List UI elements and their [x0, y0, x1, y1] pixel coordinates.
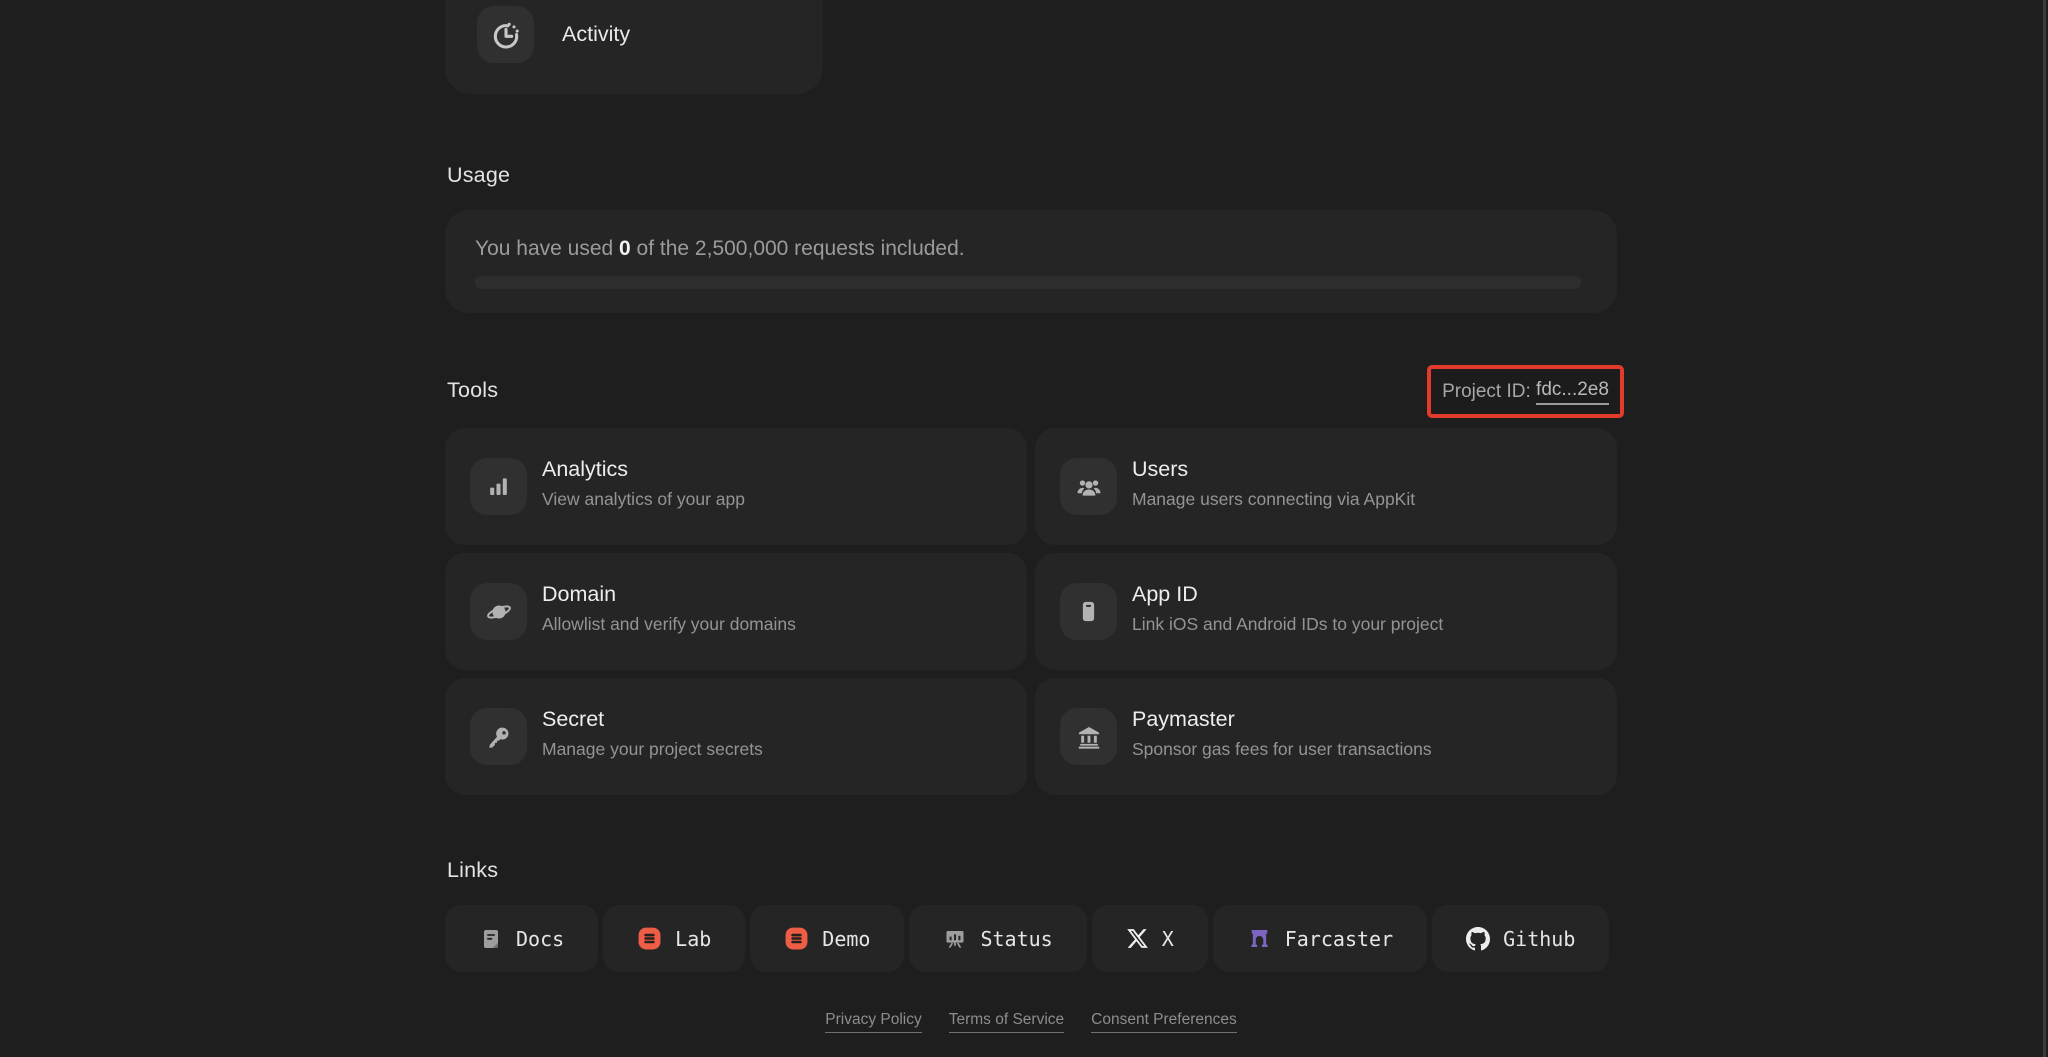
bar-chart-icon	[470, 458, 527, 515]
usage-used-value: 0	[619, 237, 631, 260]
docs-icon	[479, 927, 503, 951]
tool-card-app-id[interactable]: App ID Link iOS and Android IDs to your …	[1035, 553, 1617, 670]
privacy-policy-link[interactable]: Privacy Policy	[825, 1011, 922, 1033]
link-label: Farcaster	[1284, 926, 1394, 951]
tool-card-users[interactable]: Users Manage users connecting via AppKit	[1035, 428, 1617, 545]
planet-icon	[470, 583, 527, 640]
dashboard-page: Activity Usage You have used 0 of the 2,…	[0, 0, 2048, 1057]
tool-description: View analytics of your app	[542, 489, 745, 509]
tool-title: Analytics	[542, 457, 629, 481]
links-heading: Links	[447, 858, 499, 882]
terms-of-service-link[interactable]: Terms of Service	[948, 1011, 1065, 1033]
tool-title: Paymaster	[1132, 707, 1235, 731]
tools-heading: Tools	[447, 378, 499, 402]
usage-summary: You have used 0 of the 2,500,000 request…	[475, 237, 965, 261]
appkit-icon	[637, 926, 662, 951]
project-id-value[interactable]: fdc...2e8	[1536, 379, 1609, 405]
link-label: Docs	[516, 926, 565, 951]
usage-progress-bar	[475, 276, 1581, 289]
activity-card[interactable]: Activity	[445, 0, 823, 94]
farcaster-icon	[1247, 926, 1272, 951]
tool-title: Secret	[542, 707, 605, 731]
usage-card: You have used 0 of the 2,500,000 request…	[445, 210, 1617, 313]
link-label: Demo	[822, 926, 871, 951]
activity-label: Activity	[562, 22, 631, 46]
footer: Privacy Policy Terms of Service Consent …	[445, 1011, 1617, 1033]
demo-link-button[interactable]: Demo	[750, 905, 905, 972]
tool-card-analytics[interactable]: Analytics View analytics of your app	[445, 428, 1027, 545]
appkit-icon	[784, 926, 809, 951]
usage-heading: Usage	[447, 163, 511, 187]
phone-icon	[1060, 583, 1117, 640]
tool-description: Manage users connecting via AppKit	[1132, 489, 1416, 509]
scrollbar[interactable]	[2043, 0, 2046, 1057]
github-icon	[1466, 926, 1491, 951]
farcaster-link-button[interactable]: Farcaster	[1212, 905, 1428, 972]
consent-preferences-link[interactable]: Consent Preferences	[1091, 1011, 1237, 1033]
docs-link-button[interactable]: Docs	[445, 905, 599, 972]
usage-text-suffix: of the 2,500,000 requests included.	[630, 237, 965, 260]
x-icon	[1126, 927, 1149, 950]
key-icon	[470, 708, 527, 765]
tool-card-paymaster[interactable]: Paymaster Sponsor gas fees for user tran…	[1035, 678, 1617, 795]
usage-text-prefix: You have used	[475, 237, 620, 260]
timer-icon	[477, 6, 534, 63]
link-label: Github	[1503, 926, 1576, 951]
link-label: Status	[980, 926, 1053, 951]
tool-description: Manage your project secrets	[542, 739, 763, 759]
tool-description: Allowlist and verify your domains	[542, 614, 796, 634]
tool-description: Sponsor gas fees for user transactions	[1132, 739, 1432, 759]
project-id-label: Project ID:	[1442, 380, 1537, 402]
tools-grid: Analytics View analytics of your app Use…	[445, 428, 1617, 795]
users-icon	[1060, 458, 1117, 515]
tool-card-domain[interactable]: Domain Allowlist and verify your domains	[445, 553, 1027, 670]
tool-description: Link iOS and Android IDs to your project	[1132, 614, 1444, 634]
tool-title: Users	[1132, 457, 1189, 481]
status-board-icon	[943, 927, 967, 951]
github-link-button[interactable]: Github	[1432, 905, 1610, 972]
link-label: X	[1161, 926, 1174, 951]
x-link-button[interactable]: X	[1091, 905, 1208, 972]
links-row: Docs Lab Demo Status X Farcaster Github	[445, 905, 1610, 972]
bank-icon	[1060, 708, 1117, 765]
project-id-highlight-box[interactable]: Project ID: fdc...2e8	[1427, 365, 1624, 418]
status-link-button[interactable]: Status	[909, 905, 1087, 972]
tool-card-secret[interactable]: Secret Manage your project secrets	[445, 678, 1027, 795]
tool-title: App ID	[1132, 582, 1198, 606]
lab-link-button[interactable]: Lab	[603, 905, 746, 972]
tool-title: Domain	[542, 582, 617, 606]
link-label: Lab	[675, 926, 712, 951]
